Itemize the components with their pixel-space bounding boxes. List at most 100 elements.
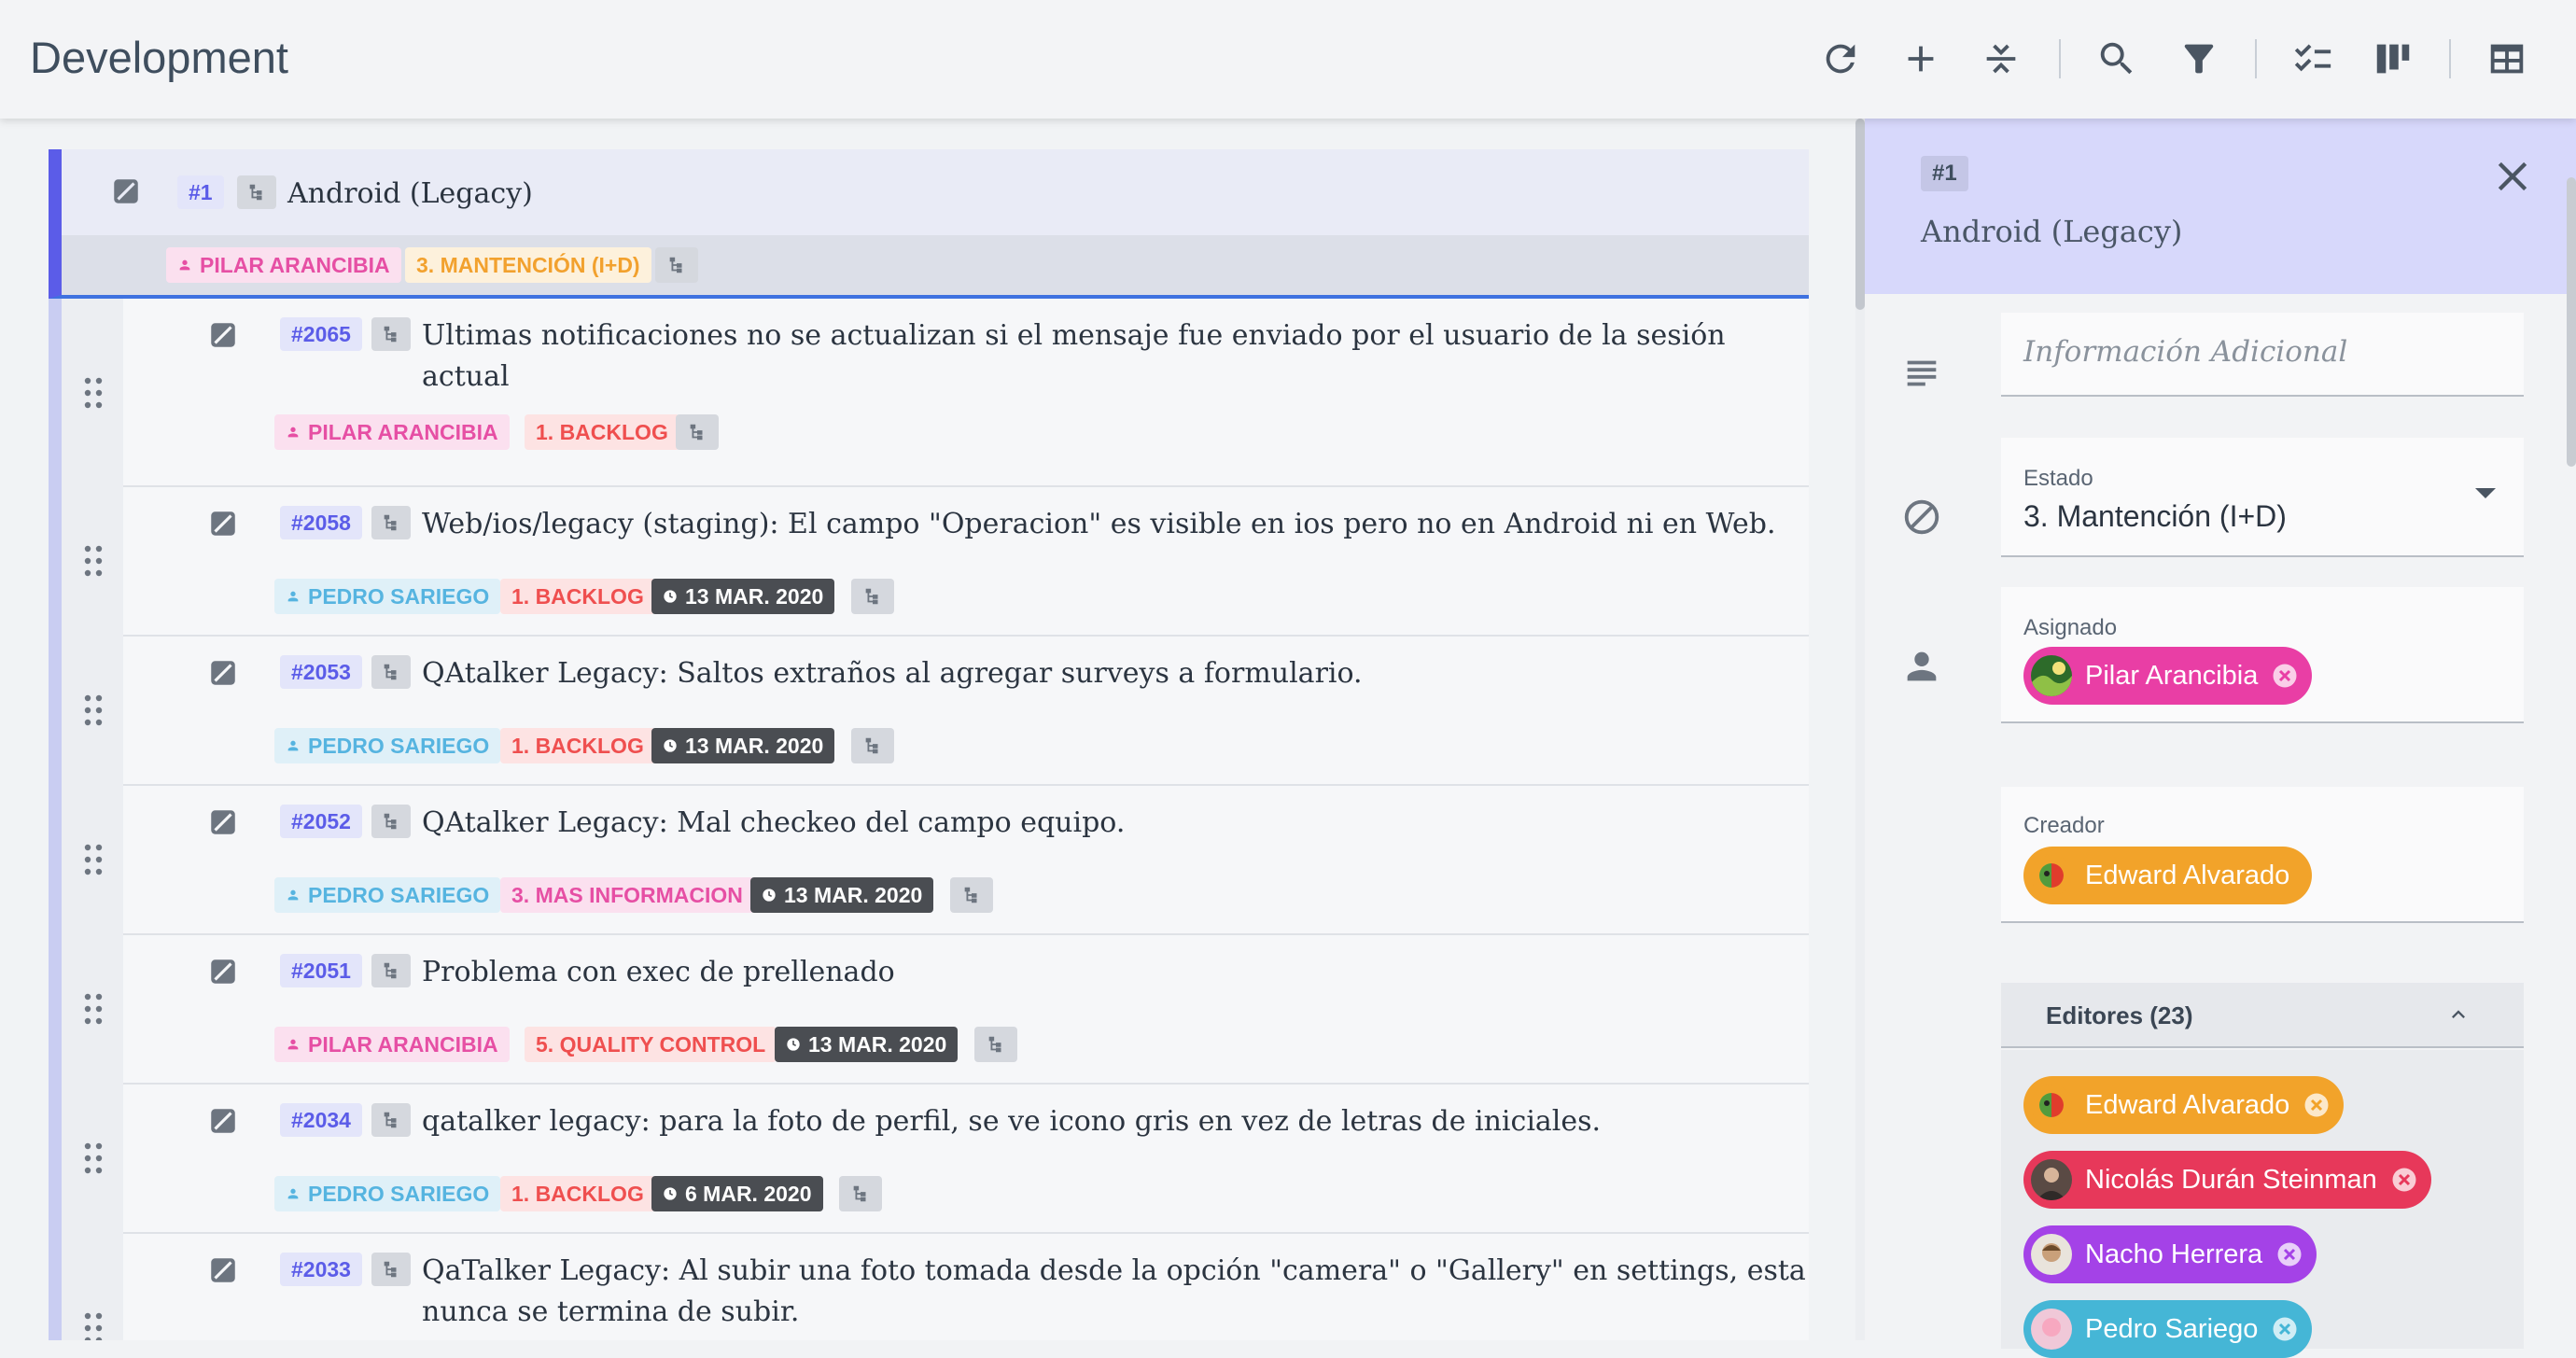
remove-icon[interactable] [2275, 1240, 2303, 1268]
task-title[interactable]: QAtalker Legacy: Saltos extraños al agre… [422, 653, 1363, 694]
collapse-icon[interactable] [1973, 31, 2029, 87]
remove-icon[interactable] [2303, 1091, 2331, 1119]
remove-icon[interactable] [2390, 1166, 2418, 1194]
assignee-tag[interactable]: PEDRO SARIEGO [274, 877, 501, 913]
due-date-tag[interactable]: 13 MAR. 2020 [651, 728, 835, 763]
refresh-icon[interactable] [1813, 31, 1869, 87]
subtasks-icon[interactable] [974, 1027, 1017, 1062]
task-row[interactable]: #2052 QAtalker Legacy: Mal checkeo del ca… [84, 786, 1809, 935]
assignee-tag[interactable]: PILAR ARANCIBIA [166, 247, 401, 283]
status-blocked-icon[interactable] [110, 175, 142, 207]
estado-select[interactable]: Estado 3. Mantención (I+D) [2001, 438, 2524, 557]
drag-handle-icon[interactable] [84, 545, 103, 577]
task-row[interactable]: #2051 Problema con exec de prellenado PILA… [84, 935, 1809, 1085]
drag-handle-icon[interactable] [84, 694, 103, 726]
task-row[interactable]: #2034 qatalker legacy: para la foto de pe… [84, 1085, 1809, 1234]
task-id[interactable]: #1 [177, 175, 224, 209]
task-id[interactable]: #2053 [280, 655, 362, 689]
due-date-tag[interactable]: 6 MAR. 2020 [651, 1176, 823, 1211]
status-blocked-icon[interactable] [207, 956, 239, 987]
task-row[interactable]: #2058 Web/ios/legacy (staging): El campo … [84, 487, 1809, 637]
status-blocked-icon[interactable] [207, 508, 239, 539]
task-id[interactable]: #2052 [280, 805, 362, 838]
status-tag[interactable]: 3. MAS INFORMACION [500, 877, 754, 913]
editor-chip[interactable]: Pedro Sariego [2023, 1300, 2313, 1358]
task-title[interactable]: Problema con exec de prellenado [422, 952, 895, 993]
subtasks-icon[interactable] [371, 954, 411, 987]
task-title[interactable]: qatalker legacy: para la foto de perfil,… [422, 1101, 1601, 1142]
task-id[interactable]: #2034 [280, 1103, 362, 1137]
status-blocked-icon[interactable] [207, 1254, 239, 1286]
subtasks-icon[interactable] [371, 655, 411, 689]
subtasks-icon[interactable] [237, 175, 276, 209]
subtasks-icon[interactable] [676, 414, 719, 450]
filter-icon[interactable] [2171, 31, 2227, 87]
due-date-tag[interactable]: 13 MAR. 2020 [775, 1027, 959, 1062]
remove-icon[interactable] [2271, 1315, 2299, 1343]
editor-chip[interactable]: Edward Alvarado [2023, 1076, 2345, 1134]
status-blocked-icon[interactable] [207, 1105, 239, 1137]
status-tag[interactable]: 3. MANTENCIÓN (I+D) [405, 247, 651, 283]
task-row[interactable]: #2053 QAtalker Legacy: Saltos extraños al… [84, 637, 1809, 786]
task-id[interactable]: #2065 [280, 317, 362, 351]
scrollbar-thumb[interactable] [1855, 119, 1865, 310]
add-icon[interactable] [1893, 31, 1949, 87]
chevron-up-icon[interactable] [2445, 1001, 2471, 1028]
subtasks-icon[interactable] [839, 1176, 882, 1211]
board-icon[interactable] [2365, 31, 2421, 87]
status-blocked-icon[interactable] [207, 657, 239, 689]
table-icon[interactable] [2479, 31, 2535, 87]
task-title[interactable]: Android (Legacy) [287, 174, 533, 215]
editors-header[interactable]: Editores (23) [2001, 983, 2524, 1048]
status-tag[interactable]: 5. QUALITY CONTROL [525, 1027, 777, 1062]
task-title[interactable]: Ultimas notificaciones no se actualizan … [422, 315, 1726, 398]
assignee-chip[interactable]: Pilar Arancibia [2023, 647, 2313, 705]
subtasks-icon[interactable] [371, 805, 411, 838]
drag-handle-icon[interactable] [84, 993, 103, 1025]
task-id[interactable]: #2058 [280, 506, 362, 539]
status-tag[interactable]: 1. BACKLOG [500, 728, 655, 763]
assignee-tag[interactable]: PEDRO SARIEGO [274, 1176, 501, 1211]
subtasks-icon[interactable] [371, 506, 411, 539]
drag-handle-icon[interactable] [84, 844, 103, 875]
detail-scrollbar[interactable] [2567, 177, 2576, 467]
status-blocked-icon[interactable] [207, 319, 239, 351]
remove-icon[interactable] [2271, 662, 2299, 690]
list-scrollbar[interactable] [1855, 119, 1865, 1340]
assignee-tag[interactable]: PEDRO SARIEGO [274, 728, 501, 763]
detail-title[interactable]: Android (Legacy) [1921, 214, 2182, 249]
search-icon[interactable] [2089, 31, 2145, 87]
drag-handle-icon[interactable] [84, 1142, 103, 1174]
info-adicional-field[interactable]: Información Adicional [2001, 313, 2524, 397]
task-title[interactable]: QaTalker Legacy: Al subir una foto tomad… [422, 1251, 1806, 1333]
status-tag[interactable]: 1. BACKLOG [500, 1176, 655, 1211]
subtasks-icon[interactable] [655, 247, 698, 283]
task-title[interactable]: QAtalker Legacy: Mal checkeo del campo e… [422, 803, 1125, 844]
drag-handle-icon[interactable] [84, 377, 103, 409]
assignee-tag[interactable]: PILAR ARANCIBIA [274, 414, 510, 450]
task-id[interactable]: #2033 [280, 1253, 362, 1286]
asignado-field[interactable]: Asignado Pilar Arancibia [2001, 587, 2524, 723]
editor-chip[interactable]: Nacho Herrera [2023, 1225, 2317, 1283]
task-title[interactable]: Web/ios/legacy (staging): El campo "Oper… [422, 504, 1776, 545]
task-row[interactable]: #2065 Ultimas notificaciones no se actual… [84, 299, 1809, 487]
due-date-tag[interactable]: 13 MAR. 2020 [750, 877, 934, 913]
status-tag[interactable]: 1. BACKLOG [500, 579, 655, 614]
drag-handle-icon[interactable] [84, 1312, 103, 1340]
subtasks-icon[interactable] [950, 877, 993, 913]
subtasks-icon[interactable] [371, 1103, 411, 1137]
editor-chip[interactable]: Nicolás Durán Steinman [2023, 1151, 2431, 1209]
due-date-tag[interactable]: 13 MAR. 2020 [651, 579, 835, 614]
subtasks-icon[interactable] [371, 317, 411, 351]
assignee-tag[interactable]: PILAR ARANCIBIA [274, 1027, 510, 1062]
checklist-icon[interactable] [2285, 31, 2341, 87]
subtasks-icon[interactable] [371, 1253, 411, 1286]
chevron-down-icon[interactable] [2475, 488, 2496, 498]
task-row[interactable]: #2033 QaTalker Legacy: Al subir una foto … [84, 1234, 1809, 1340]
status-tag[interactable]: 1. BACKLOG [525, 414, 679, 450]
subtasks-icon[interactable] [851, 579, 894, 614]
subtasks-icon[interactable] [851, 728, 894, 763]
task-id[interactable]: #2051 [280, 954, 362, 987]
status-blocked-icon[interactable] [207, 806, 239, 838]
close-icon[interactable] [2488, 152, 2537, 201]
